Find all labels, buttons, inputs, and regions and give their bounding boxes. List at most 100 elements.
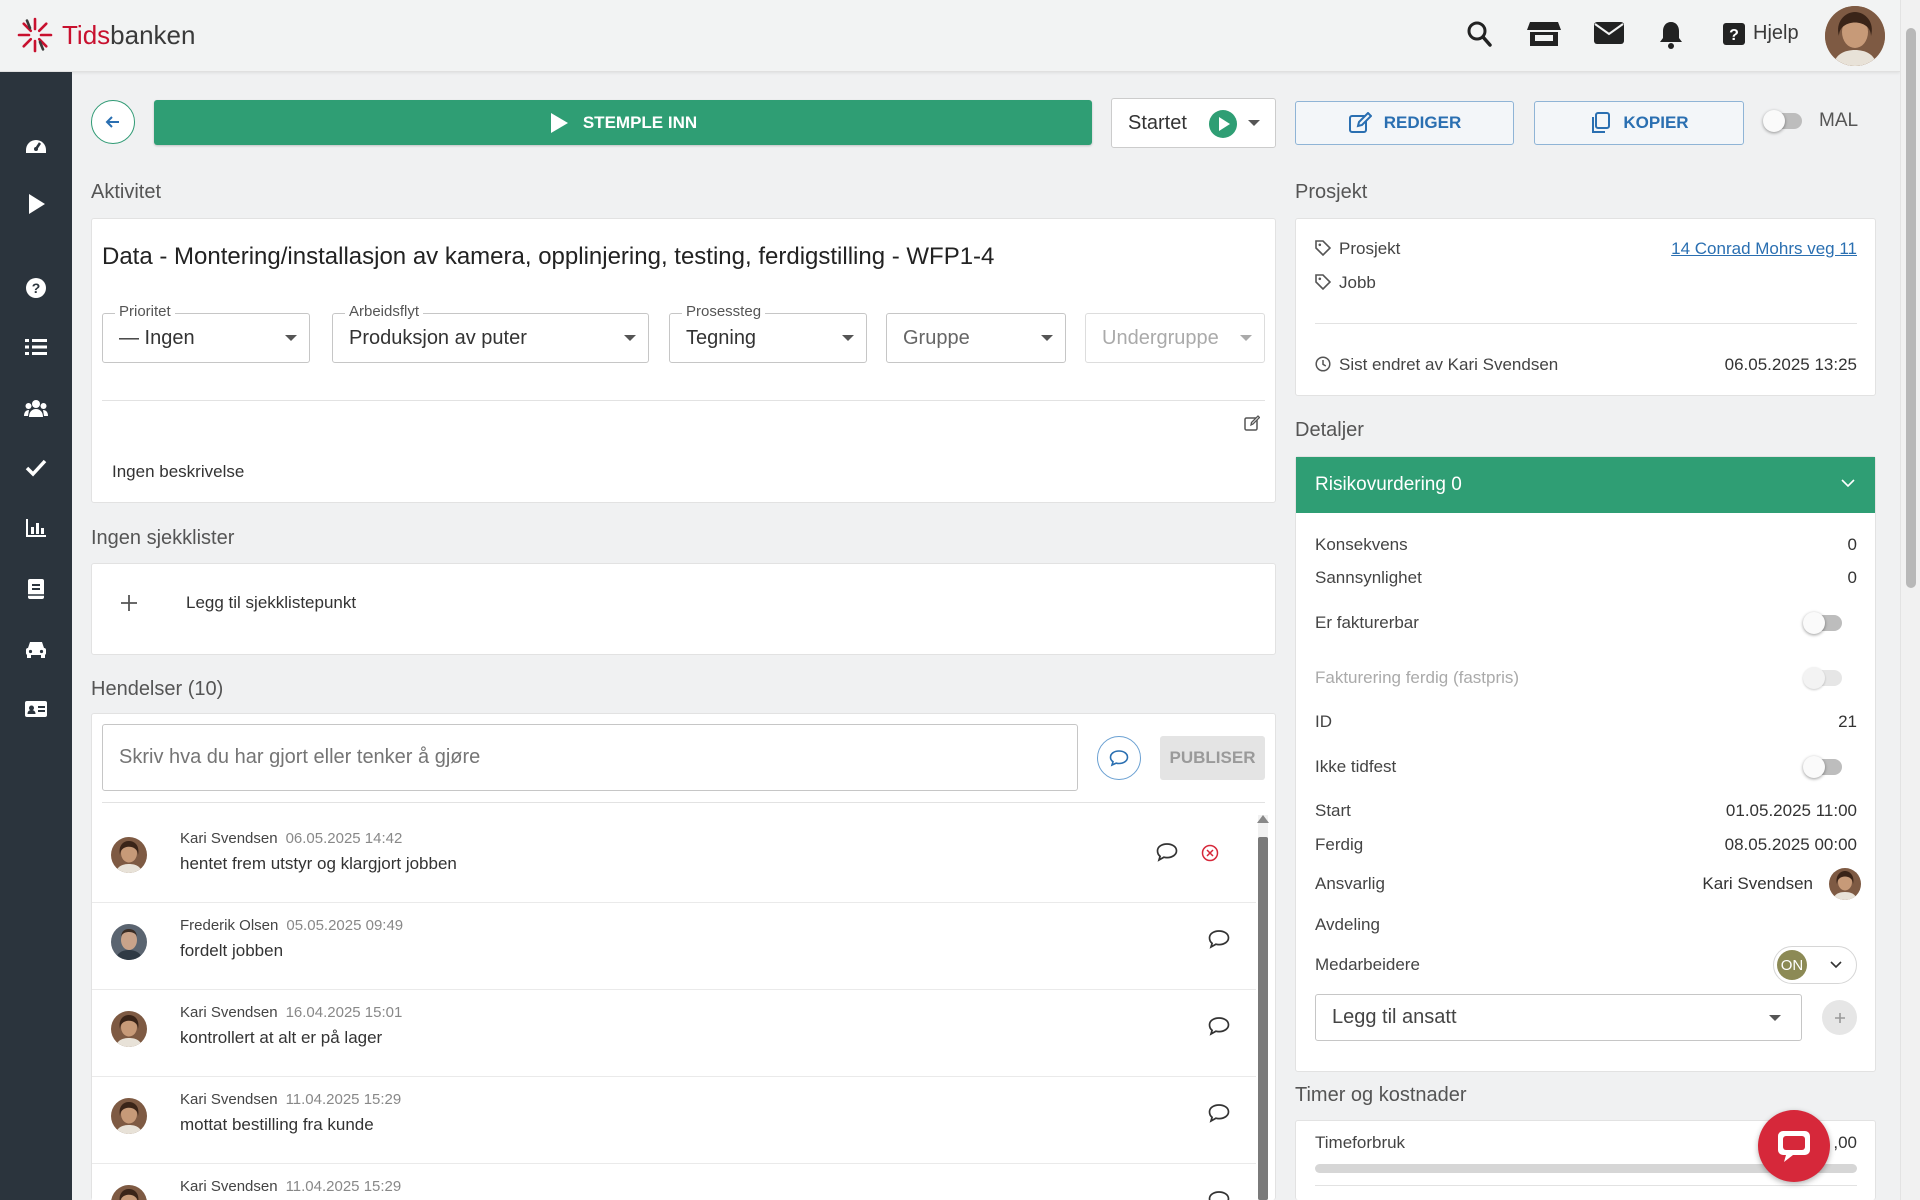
chevron-down-icon <box>1248 120 1260 126</box>
event-avatar[interactable] <box>111 1011 147 1047</box>
edit-description-icon[interactable] <box>1244 415 1260 431</box>
last-changed-value: 06.05.2025 13:25 <box>1724 355 1857 374</box>
scrollbar-thumb[interactable] <box>1906 28 1916 588</box>
stemple-inn-button[interactable]: STEMPLE INN <box>154 100 1092 145</box>
kopier-label: KOPIER <box>1623 113 1689 132</box>
mal-toggle[interactable] <box>1763 110 1802 132</box>
event-avatar[interactable] <box>111 1098 147 1134</box>
chat-button[interactable] <box>1758 1110 1830 1182</box>
event-text: hentet frem utstyr og klargjort jobben <box>180 854 457 873</box>
brand-suffix: banken <box>110 19 196 50</box>
status-select[interactable]: Startet <box>1111 98 1276 148</box>
help-link[interactable]: ? Hjelp <box>1723 22 1799 45</box>
check-icon[interactable] <box>24 456 48 480</box>
id-card-icon[interactable] <box>24 697 48 721</box>
chevron-down-icon <box>1240 335 1252 341</box>
medarbeidere-select[interactable]: ON <box>1773 946 1857 984</box>
arrow-left-icon <box>105 114 121 130</box>
reply-icon[interactable] <box>1208 1016 1230 1036</box>
event-author: Kari Svendsen <box>180 1004 278 1021</box>
job-row: Jobb <box>1315 273 1857 293</box>
scroll-up-icon[interactable] <box>1257 815 1269 823</box>
kopier-button[interactable]: KOPIER <box>1534 101 1744 145</box>
car-icon[interactable] <box>24 637 48 661</box>
start-label: Start <box>1315 801 1351 820</box>
id-label: ID <box>1315 712 1332 731</box>
help-circle-icon[interactable]: ? <box>24 276 48 300</box>
dashboard-icon[interactable] <box>24 133 48 157</box>
fakturering-label: Fakturering ferdig (fastpris) <box>1315 668 1520 687</box>
event-avatar[interactable] <box>111 1185 147 1200</box>
rediger-button[interactable]: REDIGER <box>1295 101 1514 145</box>
events-scrollbar[interactable] <box>1257 815 1269 1200</box>
delete-icon[interactable] <box>1201 844 1219 862</box>
add-employee-select[interactable]: Legg til ansatt <box>1315 994 1802 1041</box>
chevron-down-icon <box>285 335 297 341</box>
mal-label: MAL <box>1819 110 1859 131</box>
reply-icon[interactable] <box>1156 842 1178 862</box>
chevron-down-icon <box>842 335 854 341</box>
medarbeidere-label: Medarbeidere <box>1315 955 1420 974</box>
svg-text:?: ? <box>1729 27 1739 44</box>
chevron-down-icon <box>1830 961 1842 969</box>
event-input[interactable] <box>102 724 1078 791</box>
priority-select[interactable]: Prioritet — Ingen <box>102 303 310 363</box>
event-author: Kari Svendsen <box>180 830 278 847</box>
comment-button[interactable] <box>1097 736 1141 780</box>
bell-icon[interactable] <box>1658 20 1684 50</box>
play-icon[interactable] <box>24 192 48 216</box>
ikke-tidfest-label: Ikke tidfest <box>1315 757 1397 776</box>
reply-icon[interactable] <box>1208 1190 1230 1200</box>
ikke-tidfest-toggle[interactable] <box>1803 756 1842 778</box>
event-text: kontrollert at alt er på lager <box>180 1028 383 1047</box>
sidebar: ? <box>0 72 72 1200</box>
scrollbar-thumb[interactable] <box>1258 837 1268 1200</box>
event-avatar[interactable] <box>111 924 147 960</box>
process-step-label: Prosessteg <box>682 303 766 320</box>
event-text: fordelt jobben <box>180 941 284 960</box>
rediger-label: REDIGER <box>1383 113 1462 132</box>
book-icon[interactable] <box>24 577 48 601</box>
users-icon[interactable] <box>24 396 48 420</box>
project-link[interactable]: 14 Conrad Mohrs veg 11 <box>1671 239 1857 259</box>
bar-chart-icon[interactable] <box>24 516 48 540</box>
group-select[interactable]: Gruppe <box>886 313 1066 363</box>
ansvarlig-avatar[interactable] <box>1829 868 1861 900</box>
user-avatar[interactable] <box>1825 6 1885 66</box>
fakturerbar-label: Er fakturerbar <box>1315 613 1419 632</box>
logo-icon <box>16 16 54 54</box>
add-employee-button[interactable] <box>1822 1000 1857 1035</box>
add-checklist-item-button[interactable]: Legg til sjekklistepunkt <box>120 593 356 613</box>
id-value: 21 <box>1838 712 1857 731</box>
reply-icon[interactable] <box>1208 1103 1230 1123</box>
publish-button[interactable]: PUBLISER <box>1160 736 1265 780</box>
reply-icon[interactable] <box>1208 929 1230 949</box>
fakturering-toggle[interactable] <box>1803 667 1842 689</box>
risk-assessment-header[interactable]: Risikovurdering 0 <box>1296 457 1875 513</box>
start-value: 01.05.2025 11:00 <box>1725 801 1857 820</box>
process-step-select[interactable]: Prosessteg Tegning <box>669 303 867 363</box>
event-item: Frederik Olsen 05.05.2025 09:49 fordelt jo… <box>92 903 1256 990</box>
store-icon[interactable] <box>1527 20 1561 48</box>
divider <box>102 802 1265 803</box>
list-icon[interactable] <box>24 335 48 359</box>
workflow-select[interactable]: Arbeidsflyt Produksjon av puter <box>332 303 649 363</box>
page-scrollbar[interactable] <box>1900 0 1920 1200</box>
activity-title: Data - Montering/installasjon av kamera,… <box>102 243 995 270</box>
event-author: Kari Svendsen <box>180 1091 278 1108</box>
app-logo[interactable]: Tidsbanken <box>16 16 195 54</box>
event-item: Kari Svendsen 16.04.2025 15:01 kontrollert… <box>92 990 1256 1077</box>
details-heading: Detaljer <box>1295 419 1364 441</box>
fakturerbar-toggle[interactable] <box>1803 612 1842 634</box>
subgroup-select[interactable]: Undergruppe <box>1085 313 1265 363</box>
divider <box>1315 323 1857 324</box>
add-employee-placeholder: Legg til ansatt <box>1332 1006 1457 1028</box>
back-button[interactable] <box>91 100 135 144</box>
event-meta: Frederik Olsen 05.05.2025 09:49 <box>180 917 403 934</box>
ferdig-label: Ferdig <box>1315 835 1364 854</box>
search-icon[interactable] <box>1466 20 1492 48</box>
top-bar: Tidsbanken ? Hjelp <box>0 0 1900 72</box>
event-avatar[interactable] <box>111 837 147 873</box>
chevron-down-icon <box>1841 479 1855 488</box>
mail-icon[interactable] <box>1593 20 1625 46</box>
